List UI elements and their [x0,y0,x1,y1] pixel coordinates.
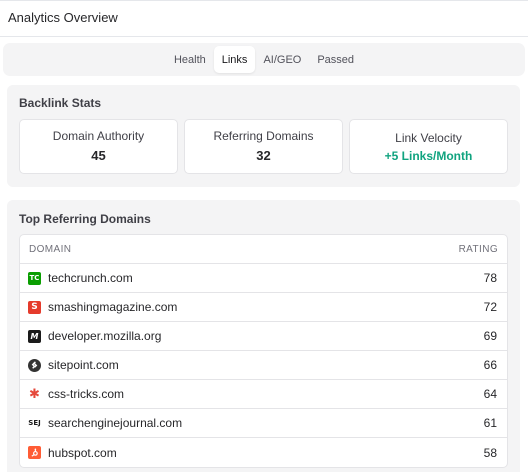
techcrunch-favicon-icon: TC [28,271,41,285]
table-row[interactable]: sitepoint.com 66 [20,351,507,380]
table-row[interactable]: hubspot.com 58 [20,438,507,467]
domain-rating: 66 [483,358,497,372]
table-row[interactable]: SEJ searchenginejournal.com 61 [20,409,507,438]
domain-name: developer.mozilla.org [48,329,162,343]
domain-rating: 69 [483,329,497,343]
backlink-stats-title: Backlink Stats [19,96,102,110]
domain-authority-card: Domain Authority 45 [19,119,178,174]
top-bar: Analytics Overview [0,0,528,37]
referring-domains-value: 32 [256,148,271,163]
sej-favicon-icon: SEJ [28,419,41,427]
link-velocity-label: Link Velocity [395,131,462,145]
smashingmagazine-favicon-icon: S [28,300,41,314]
tab-passed[interactable]: Passed [309,46,362,73]
table-row[interactable]: M developer.mozilla.org 69 [20,322,507,351]
top-domains-panel: Top Referring Domains DOMAIN RATING TC t… [7,200,520,472]
column-header-rating: RATING [458,243,498,255]
tab-health[interactable]: Health [166,46,214,73]
domain-name: smashingmagazine.com [48,300,178,314]
css-tricks-favicon-icon: ✱ [29,386,40,402]
link-velocity-value: +5 Links/Month [384,149,473,163]
link-velocity-card: Link Velocity +5 Links/Month [349,119,508,174]
domains-table: DOMAIN RATING TC techcrunch.com 78 S sma… [19,234,508,468]
domain-name: searchenginejournal.com [48,416,183,430]
domain-rating: 61 [483,416,497,430]
domain-rating: 78 [483,271,497,285]
referring-domains-label: Referring Domains [213,129,314,143]
domain-authority-label: Domain Authority [52,129,145,143]
domain-name: techcrunch.com [48,271,133,285]
mdn-favicon-icon: M [28,329,41,343]
tab-bar: Health Links AI/GEO Passed [3,43,525,76]
domain-name: sitepoint.com [48,358,119,372]
hubspot-favicon-icon [28,446,41,459]
table-row[interactable]: ✱ css-tricks.com 64 [20,380,507,409]
tab-links[interactable]: Links [213,46,256,73]
table-row[interactable]: TC techcrunch.com 78 [20,264,507,293]
table-row[interactable]: S smashingmagazine.com 72 [20,293,507,322]
backlink-stats-panel: Backlink Stats Domain Authority 45 Refer… [7,85,520,187]
top-domains-title: Top Referring Domains [19,212,151,226]
tab-ai-geo[interactable]: AI/GEO [255,46,309,73]
table-header: DOMAIN RATING [20,235,507,264]
domain-rating: 64 [483,387,497,401]
domain-name: css-tricks.com [48,387,124,401]
domain-rating: 72 [483,300,497,314]
sitepoint-favicon-icon [28,358,41,372]
domain-name: hubspot.com [48,445,117,460]
page-title: Analytics Overview [8,10,118,25]
domain-authority-value: 45 [91,148,106,163]
domain-rating: 58 [483,445,497,460]
column-header-domain: DOMAIN [29,243,72,255]
referring-domains-card: Referring Domains 32 [184,119,343,174]
